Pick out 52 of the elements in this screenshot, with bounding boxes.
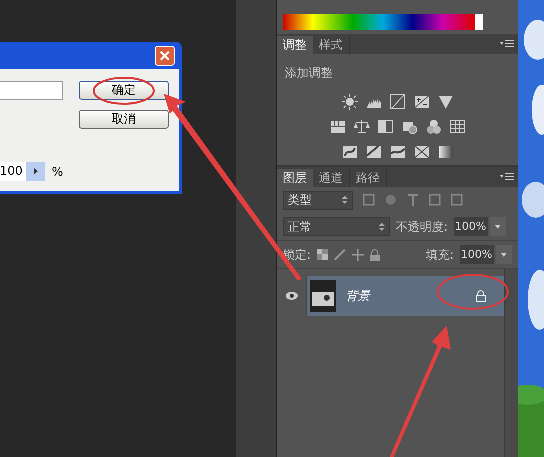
close-icon[interactable]: [160, 50, 170, 60]
dialog-button[interactable]: 取消: [79, 110, 169, 129]
lock-icon[interactable]: [370, 248, 380, 260]
gradient-icon[interactable]: [438, 144, 454, 160]
plus-minus-icon[interactable]: [414, 94, 430, 110]
triangle-icon[interactable]: [438, 94, 454, 110]
grid-icon[interactable]: [450, 119, 466, 135]
opacity-label: 不透明度:: [396, 218, 448, 236]
menu-icon[interactable]: [500, 40, 514, 48]
updown-icon[interactable]: [379, 222, 385, 232]
curve-icon[interactable]: [390, 94, 406, 110]
panel-tab[interactable]: 调整: [277, 36, 313, 54]
stripe-icon[interactable]: [366, 144, 382, 160]
value-field[interactable]: 100%: [454, 217, 488, 236]
unit-label: %: [52, 164, 64, 180]
scrollbar[interactable]: [504, 269, 518, 457]
annotation-ellipse: [437, 274, 509, 310]
close-button[interactable]: [155, 46, 175, 66]
triangle-icon[interactable]: [34, 168, 38, 175]
filter-dropdown[interactable]: 类型: [283, 190, 353, 210]
checker-icon[interactable]: [317, 249, 328, 260]
annotation-ellipse: [93, 77, 155, 105]
dialog-button[interactable]: 确定: [79, 81, 169, 100]
color-spectrum[interactable]: [283, 14, 483, 30]
spin-button[interactable]: [26, 162, 45, 181]
layer-name: 背景: [346, 288, 370, 305]
value-field[interactable]: 100%: [460, 245, 494, 264]
eye-icon[interactable]: [286, 292, 298, 300]
caret-icon[interactable]: [495, 224, 502, 228]
move-icon[interactable]: [352, 248, 364, 260]
input-field[interactable]: [0, 81, 63, 100]
circles-icon[interactable]: [426, 119, 442, 135]
dropdown-button[interactable]: [490, 217, 506, 236]
fill-label: 填充:: [426, 246, 454, 264]
panel-tab[interactable]: 图层: [277, 169, 313, 187]
bars-icon[interactable]: [330, 119, 346, 135]
x-square-icon[interactable]: [414, 144, 430, 160]
brush-icon[interactable]: [334, 248, 346, 260]
layer-thumbnail: [310, 280, 336, 312]
wave-icon[interactable]: [390, 144, 406, 160]
half-square-icon[interactable]: [378, 119, 394, 135]
scales-icon[interactable]: [354, 119, 370, 135]
caret-icon[interactable]: [501, 252, 507, 256]
dropdown-button[interactable]: [496, 245, 512, 264]
updown-icon[interactable]: [342, 195, 348, 205]
menu-icon[interactable]: [500, 173, 514, 181]
amount-field[interactable]: 100: [0, 162, 26, 181]
layer-row[interactable]: 背景: [307, 276, 504, 316]
panel-heading: 添加调整: [285, 66, 333, 80]
swirl-icon[interactable]: [342, 144, 358, 160]
sun-icon[interactable]: [342, 94, 358, 110]
blend-mode-dropdown[interactable]: 正常: [283, 217, 390, 236]
